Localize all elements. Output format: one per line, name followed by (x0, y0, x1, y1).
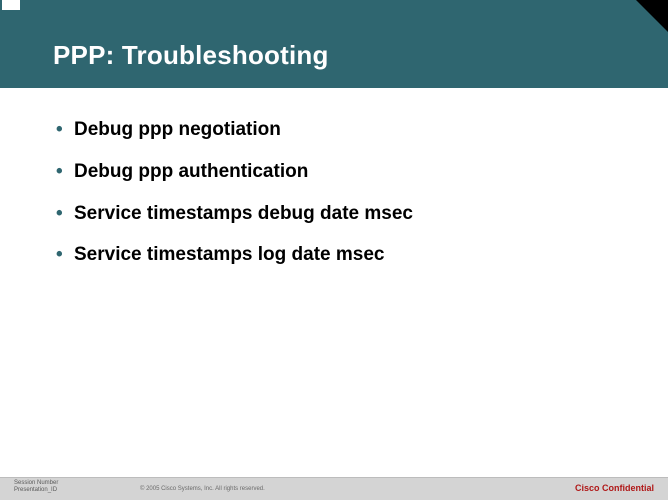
slide-footer: Session Number Presentation_ID © 2005 Ci… (0, 477, 668, 500)
slide-header: PPP: Troubleshooting (0, 0, 668, 88)
footer-session: Session Number Presentation_ID (14, 480, 58, 494)
footer-confidential: Cisco Confidential (575, 483, 654, 493)
list-item: Debug ppp authentication (50, 160, 618, 184)
list-item: Service timestamps debug date msec (50, 202, 618, 226)
corner-fold-icon (636, 0, 668, 32)
list-item: Debug ppp negotiation (50, 118, 618, 142)
bullet-list: Debug ppp negotiation Debug ppp authenti… (50, 118, 618, 267)
header-tab-decoration (2, 0, 20, 10)
footer-session-line2: Presentation_ID (14, 487, 58, 494)
slide-content: Debug ppp negotiation Debug ppp authenti… (0, 88, 668, 267)
footer-copyright: © 2005 Cisco Systems, Inc. All rights re… (140, 486, 265, 492)
list-item: Service timestamps log date msec (50, 243, 618, 267)
footer-session-line1: Session Number (14, 480, 58, 487)
slide-title: PPP: Troubleshooting (53, 40, 329, 71)
